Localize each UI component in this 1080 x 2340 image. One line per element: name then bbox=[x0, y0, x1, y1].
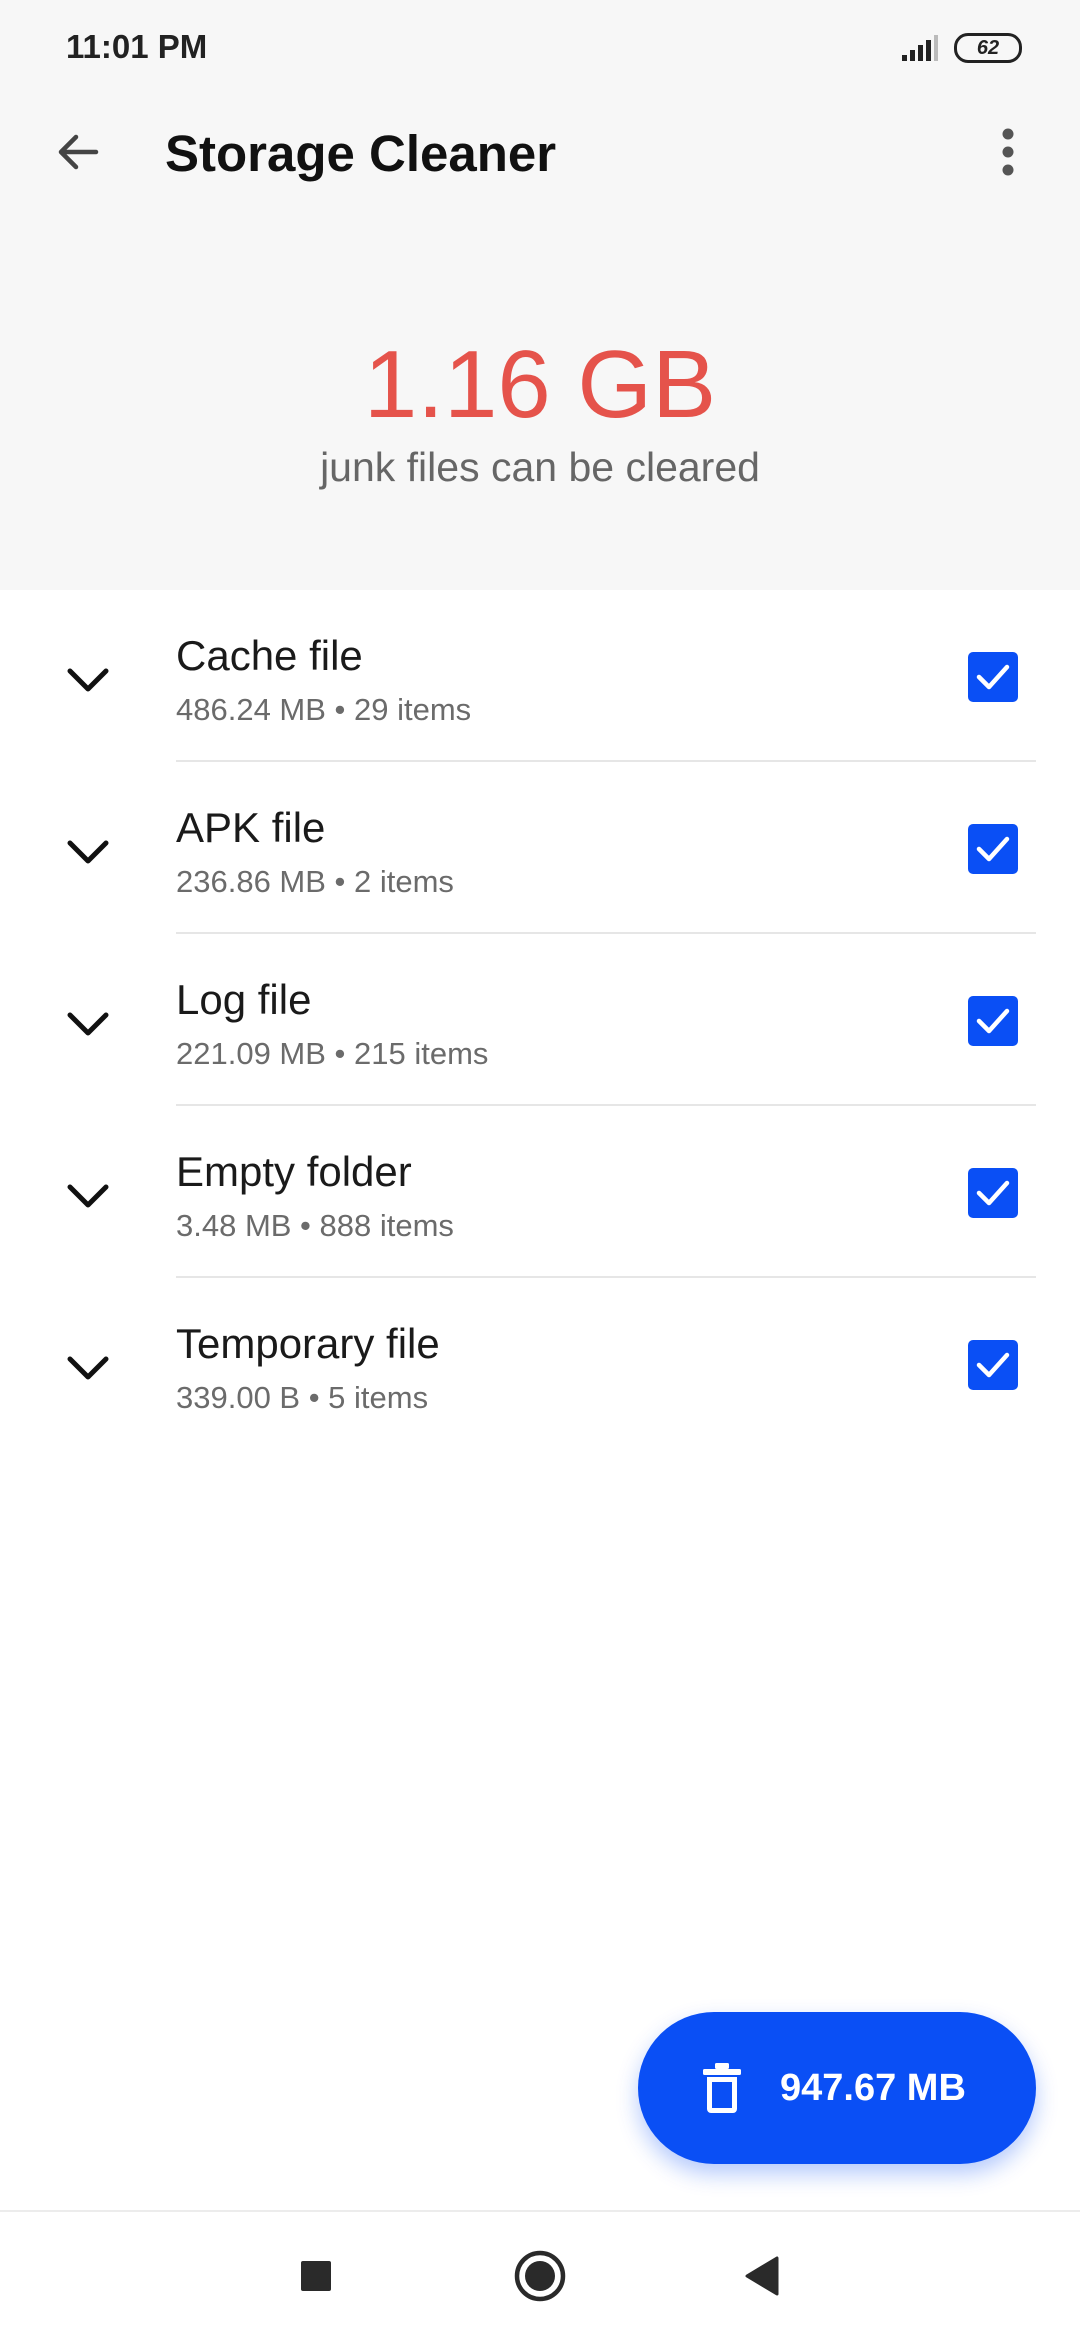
header-area: 11:01 PM 62 Storage Cleaner 1.16 GB junk… bbox=[0, 0, 1080, 590]
category-checkbox[interactable] bbox=[968, 652, 1018, 702]
category-row-empty-folder[interactable]: Empty folder 3.48 MB • 888 items bbox=[0, 1106, 1080, 1278]
nav-back-button[interactable] bbox=[720, 2234, 804, 2318]
checkbox-checked-icon bbox=[976, 836, 1010, 862]
junk-caption: junk files can be cleared bbox=[320, 444, 760, 490]
checkbox-checked-icon bbox=[976, 1008, 1010, 1034]
more-vert-icon bbox=[1002, 128, 1014, 176]
category-row-temporary[interactable]: Temporary file 339.00 B • 5 items bbox=[0, 1278, 1080, 1450]
category-row-cache[interactable]: Cache file 486.24 MB • 29 items bbox=[0, 590, 1080, 762]
category-row-log[interactable]: Log file 221.09 MB • 215 items bbox=[0, 934, 1080, 1106]
category-details: 3.48 MB • 888 items bbox=[176, 1208, 454, 1243]
battery-icon: 62 bbox=[954, 33, 1022, 63]
junk-summary: 1.16 GB junk files can be cleared bbox=[0, 330, 1080, 491]
checkbox-checked-icon bbox=[976, 664, 1010, 690]
category-checkbox[interactable] bbox=[968, 1168, 1018, 1218]
category-checkbox[interactable] bbox=[968, 996, 1018, 1046]
more-options-button[interactable] bbox=[972, 110, 1044, 194]
category-title: APK file bbox=[176, 804, 326, 851]
system-nav-bar bbox=[0, 2210, 1080, 2340]
category-checkbox[interactable] bbox=[968, 824, 1018, 874]
category-title: Empty folder bbox=[176, 1148, 412, 1195]
checkbox-checked-icon bbox=[976, 1352, 1010, 1378]
nav-recents-button[interactable] bbox=[274, 2234, 358, 2318]
battery-level: 62 bbox=[976, 36, 1000, 59]
page-title: Storage Cleaner bbox=[165, 125, 557, 182]
chevron-down-icon bbox=[67, 1184, 109, 1208]
expand-button[interactable] bbox=[50, 814, 126, 890]
checkbox-checked-icon bbox=[976, 1180, 1010, 1206]
category-title: Log file bbox=[176, 976, 312, 1023]
chevron-down-icon bbox=[67, 668, 109, 692]
expand-button[interactable] bbox=[50, 1330, 126, 1406]
status-bar: 11:01 PM 62 bbox=[0, 0, 1080, 96]
chevron-down-icon bbox=[67, 1356, 109, 1380]
back-arrow-icon bbox=[58, 134, 99, 170]
category-list: Cache file 486.24 MB • 29 items APK file… bbox=[0, 590, 1080, 1450]
trash-icon bbox=[703, 2063, 741, 2113]
category-details: 236.86 MB • 2 items bbox=[176, 864, 454, 899]
chevron-down-icon bbox=[67, 1012, 109, 1036]
category-title: Temporary file bbox=[176, 1320, 440, 1367]
category-title: Cache file bbox=[176, 632, 363, 679]
expand-button[interactable] bbox=[50, 642, 126, 718]
nav-home-button[interactable] bbox=[498, 2234, 582, 2318]
category-checkbox[interactable] bbox=[968, 1340, 1018, 1390]
chevron-down-icon bbox=[67, 840, 109, 864]
category-details: 221.09 MB • 215 items bbox=[176, 1036, 489, 1071]
circle-icon bbox=[514, 2250, 566, 2302]
app-bar: Storage Cleaner bbox=[0, 110, 1080, 200]
signal-icon bbox=[902, 35, 938, 61]
triangle-back-icon bbox=[745, 2256, 779, 2296]
square-icon bbox=[301, 2261, 331, 2291]
status-time: 11:01 PM bbox=[66, 28, 208, 65]
clean-button[interactable]: 947.67 MB bbox=[638, 2012, 1036, 2164]
category-row-apk[interactable]: APK file 236.86 MB • 2 items bbox=[0, 762, 1080, 934]
status-icons: 62 bbox=[900, 30, 1022, 66]
junk-size: 1.16 GB bbox=[363, 331, 717, 438]
category-details: 486.24 MB • 29 items bbox=[176, 692, 472, 727]
expand-button[interactable] bbox=[50, 986, 126, 1062]
expand-button[interactable] bbox=[50, 1158, 126, 1234]
back-button[interactable] bbox=[36, 110, 120, 194]
category-details: 339.00 B • 5 items bbox=[176, 1380, 429, 1415]
clean-size-label: 947.67 MB bbox=[780, 2066, 966, 2109]
